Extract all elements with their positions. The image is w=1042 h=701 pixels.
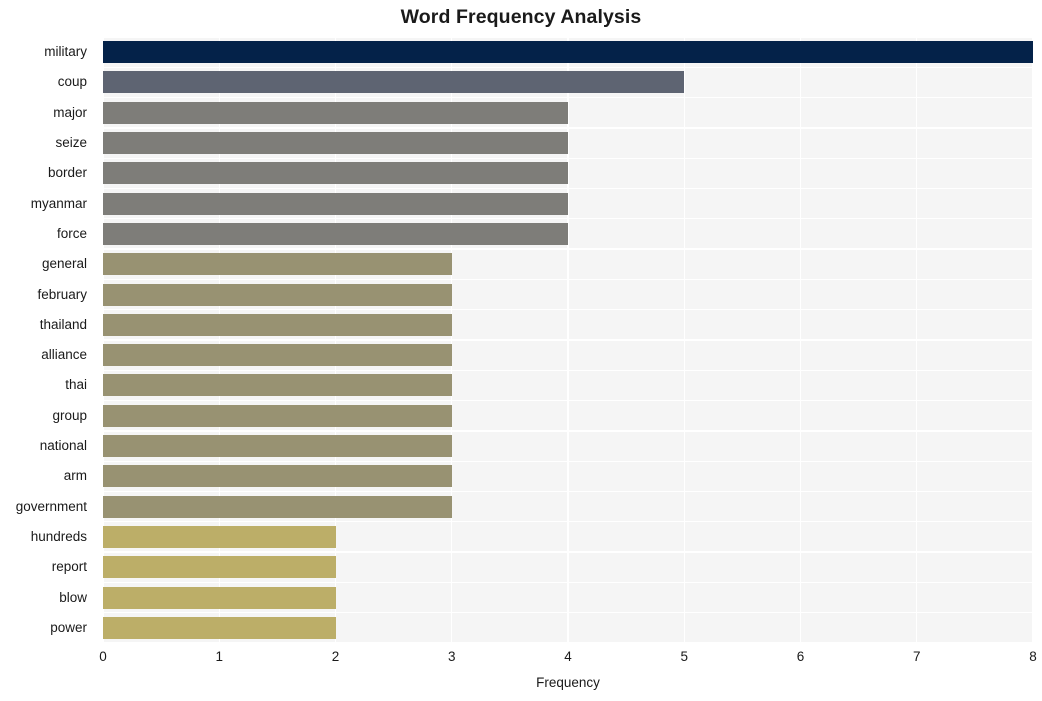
bar-hundreds[interactable]	[103, 525, 336, 548]
bar-national[interactable]	[103, 435, 452, 458]
bar-report[interactable]	[103, 556, 336, 579]
chart-title: Word Frequency Analysis	[400, 6, 642, 28]
gridline-horizontal	[103, 309, 1033, 311]
gridline-horizontal	[103, 369, 1033, 371]
bar-power[interactable]	[103, 616, 336, 639]
bar-arm[interactable]	[103, 465, 452, 488]
x-axis-tick-labels: 0 1 2 3 4 5 6 7 8	[0, 650, 1042, 670]
gridline-horizontal	[103, 218, 1033, 220]
bar-group[interactable]	[103, 404, 452, 427]
gridline-horizontal	[103, 37, 1033, 38]
x-axis-title: Frequency	[536, 675, 600, 690]
gridline-horizontal	[103, 490, 1033, 493]
bar-alliance[interactable]	[103, 344, 452, 367]
word-frequency-chart: Word Frequency Analysis military coup majo…	[0, 0, 1042, 701]
gridline-horizontal	[103, 248, 1033, 250]
x-tick-label-0: 0	[99, 649, 107, 664]
y-tick-label-group: group	[52, 407, 87, 423]
x-tick-label-1: 1	[215, 649, 223, 664]
y-tick-label-coup: coup	[57, 74, 87, 90]
gridline-horizontal	[103, 127, 1033, 129]
gridline-horizontal	[103, 642, 1033, 643]
gridline-horizontal	[103, 339, 1033, 341]
y-tick-label-hundreds: hundreds	[30, 528, 87, 544]
y-tick-label-arm: arm	[63, 468, 87, 484]
y-tick-label-alliance: alliance	[41, 347, 87, 363]
bar-border[interactable]	[103, 162, 568, 185]
y-tick-label-military: military	[44, 44, 87, 60]
x-tick-label-3: 3	[447, 649, 456, 664]
bar-force[interactable]	[103, 222, 568, 245]
x-tick-label-7: 7	[912, 649, 921, 664]
gridline-horizontal	[103, 460, 1033, 462]
gridline-horizontal	[103, 612, 1033, 614]
x-tick-label-6: 6	[796, 649, 805, 664]
x-tick-label-8: 8	[1029, 649, 1037, 664]
gridline-horizontal	[103, 96, 1033, 99]
gridline-horizontal	[103, 551, 1033, 553]
bar-major[interactable]	[103, 101, 568, 124]
bar-thai[interactable]	[103, 374, 452, 397]
bar-myanmar[interactable]	[103, 192, 568, 215]
bar-general[interactable]	[103, 253, 452, 276]
x-tick-label-4: 4	[564, 649, 572, 664]
y-tick-label-thai: thai	[65, 377, 87, 393]
gridline-horizontal	[103, 278, 1033, 281]
bar-coup[interactable]	[103, 71, 685, 94]
bar-thailand[interactable]	[103, 313, 452, 336]
gridline-horizontal	[103, 399, 1033, 402]
gridline-horizontal	[103, 187, 1033, 190]
bar-government[interactable]	[103, 495, 452, 518]
y-tick-label-national: national	[39, 438, 87, 454]
gridline-horizontal	[103, 430, 1033, 432]
y-tick-label-thailand: thailand	[39, 316, 87, 332]
y-tick-label-report: report	[51, 559, 87, 575]
y-tick-label-seize: seize	[55, 135, 87, 151]
y-tick-label-blow: blow	[59, 589, 87, 605]
bar-military[interactable]	[103, 41, 1033, 64]
y-tick-label-general: general	[41, 256, 87, 272]
bar-seize[interactable]	[103, 132, 568, 155]
y-tick-label-myanmar: myanmar	[30, 195, 87, 211]
plot-area	[103, 37, 1033, 643]
gridline-horizontal	[103, 581, 1033, 584]
gridline-horizontal	[103, 66, 1033, 68]
y-tick-label-major: major	[53, 104, 87, 120]
x-tick-label-5: 5	[680, 649, 688, 664]
y-tick-label-border: border	[47, 165, 87, 181]
y-tick-label-power: power	[50, 619, 87, 635]
gridline-horizontal	[103, 521, 1033, 523]
y-tick-label-force: force	[56, 225, 87, 241]
x-tick-label-2: 2	[331, 649, 340, 664]
gridline-horizontal	[103, 157, 1033, 159]
y-tick-label-government: government	[15, 498, 87, 514]
bar-blow[interactable]	[103, 586, 336, 609]
y-tick-label-february: february	[37, 286, 87, 302]
bar-february[interactable]	[103, 283, 452, 306]
y-axis-tick-labels: military coup major seize border myanmar force…	[0, 37, 95, 643]
